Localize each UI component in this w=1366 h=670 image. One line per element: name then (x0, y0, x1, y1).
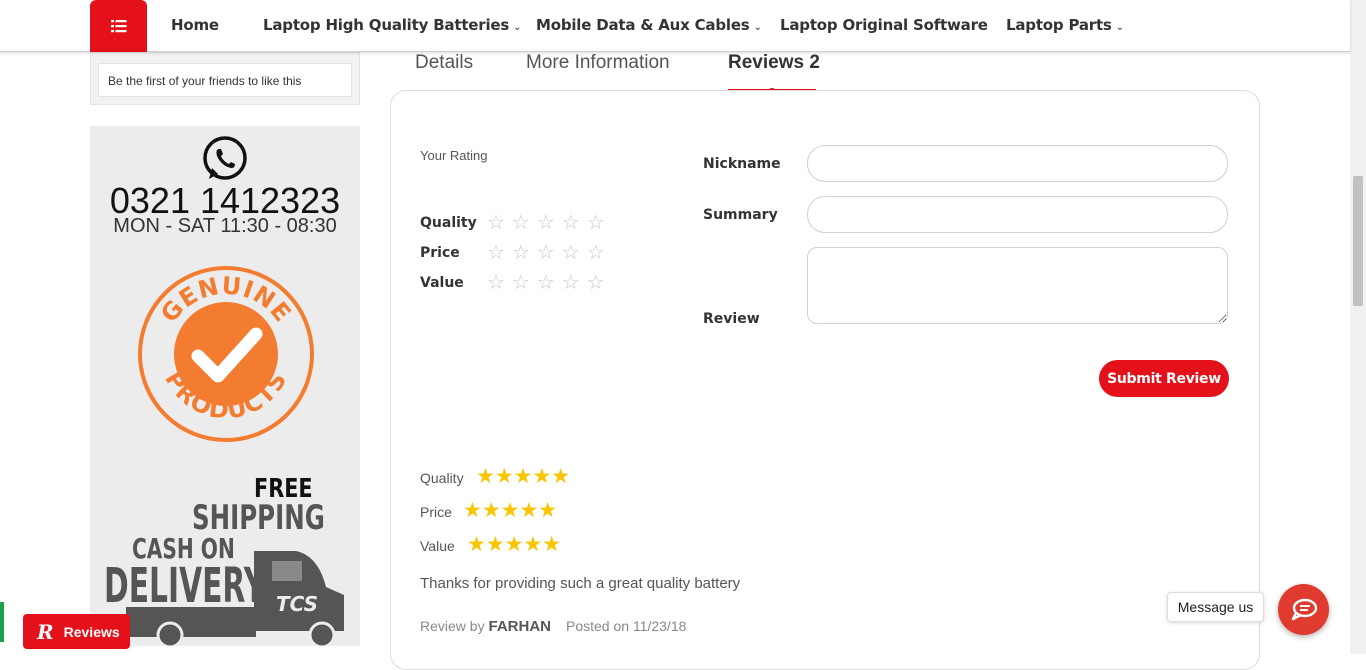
menu-list-icon (110, 20, 126, 33)
rating-label-price: Price (420, 245, 460, 261)
review-author-line: Review by FARHAN (420, 618, 551, 635)
tab-reviews[interactable]: Reviews 2 (728, 52, 820, 74)
review-by-label: Review by (420, 618, 485, 634)
messenger-chat-button[interactable] (1278, 584, 1329, 635)
submit-review-button[interactable]: Submit Review (1099, 360, 1229, 397)
menu-button[interactable] (90, 0, 147, 52)
reviews-logo-icon: R (37, 619, 54, 644)
nav-item-laptop-batteries[interactable]: Laptop High Quality Batteries ⌄ (263, 16, 522, 34)
review-text: Thanks for providing such a great qualit… (420, 575, 741, 592)
review-stars-value: ★★★★★ (467, 533, 562, 556)
facebook-like-widget: Be the first of your friends to like thi… (90, 52, 360, 105)
review-label: Review (703, 311, 760, 327)
message-us-label[interactable]: Message us (1167, 592, 1264, 622)
reviews-badge-label: Reviews (63, 623, 120, 640)
rating-label-value: Value (420, 275, 464, 291)
review-stars-quality: ★★★★★ (476, 465, 571, 488)
whatsapp-icon (203, 136, 247, 180)
review-rating-label-value: Value (420, 538, 455, 554)
facebook-like-text[interactable]: Be the first of your friends to like thi… (98, 63, 352, 97)
nav-item-label: Laptop Original Software (780, 16, 988, 34)
review-rating-label-quality: Quality (420, 470, 464, 486)
svg-text:TCS: TCS (276, 592, 318, 616)
promo-banner[interactable]: 0321 1412323 MON - SAT 11:30 - 08:30 GEN… (90, 126, 360, 646)
chevron-down-icon: ⌄ (1115, 22, 1124, 33)
page-scrollbar[interactable] (1350, 0, 1366, 654)
genuine-products-badge: GENUINE PRODUCTS (138, 266, 314, 442)
chevron-down-icon: ⌄ (513, 22, 522, 33)
tab-more-information[interactable]: More Information (526, 52, 670, 74)
nav-item-label: Mobile Data & Aux Cables (536, 16, 750, 34)
reviews-badge-button[interactable]: R Reviews (23, 614, 130, 649)
summary-label: Summary (703, 207, 778, 223)
chat-bubbles-icon (1291, 598, 1317, 620)
summary-input[interactable] (807, 196, 1228, 233)
nav-item-label: Laptop Parts (1006, 16, 1112, 34)
rating-stars-value[interactable]: ☆☆☆☆☆ (487, 270, 612, 295)
nav-item-label: Laptop High Quality Batteries (263, 16, 510, 34)
your-rating-label: Your Rating (420, 148, 488, 163)
opening-hours: MON - SAT 11:30 - 08:30 (113, 215, 337, 237)
nickname-input[interactable] (807, 145, 1228, 182)
rating-label-quality: Quality (420, 215, 477, 231)
review-textarea[interactable] (807, 247, 1228, 324)
review-author: FARHAN (488, 618, 551, 635)
review-date: Posted on 11/23/18 (566, 618, 687, 634)
nav-item-label: Home (171, 16, 219, 34)
top-navigation: Home Laptop High Quality Batteries ⌄ Mobi… (0, 0, 1350, 52)
nav-item-mobile-cables[interactable]: Mobile Data & Aux Cables ⌄ (536, 16, 762, 34)
side-tab-edge[interactable] (0, 602, 4, 642)
delivery-truck-icon: TCS (126, 551, 344, 646)
tab-details[interactable]: Details (415, 52, 473, 74)
chevron-down-icon: ⌄ (753, 22, 762, 33)
nickname-label: Nickname (703, 156, 781, 172)
nav-item-laptop-software[interactable]: Laptop Original Software (780, 16, 988, 34)
rating-stars-quality[interactable]: ☆☆☆☆☆ (487, 210, 612, 235)
nav-item-home[interactable]: Home (171, 16, 219, 34)
scrollbar-thumb[interactable] (1353, 176, 1363, 306)
review-stars-price: ★★★★★ (463, 499, 558, 522)
rating-stars-price[interactable]: ☆☆☆☆☆ (487, 240, 612, 265)
nav-item-laptop-parts[interactable]: Laptop Parts ⌄ (1006, 16, 1124, 34)
review-rating-label-price: Price (420, 504, 452, 520)
